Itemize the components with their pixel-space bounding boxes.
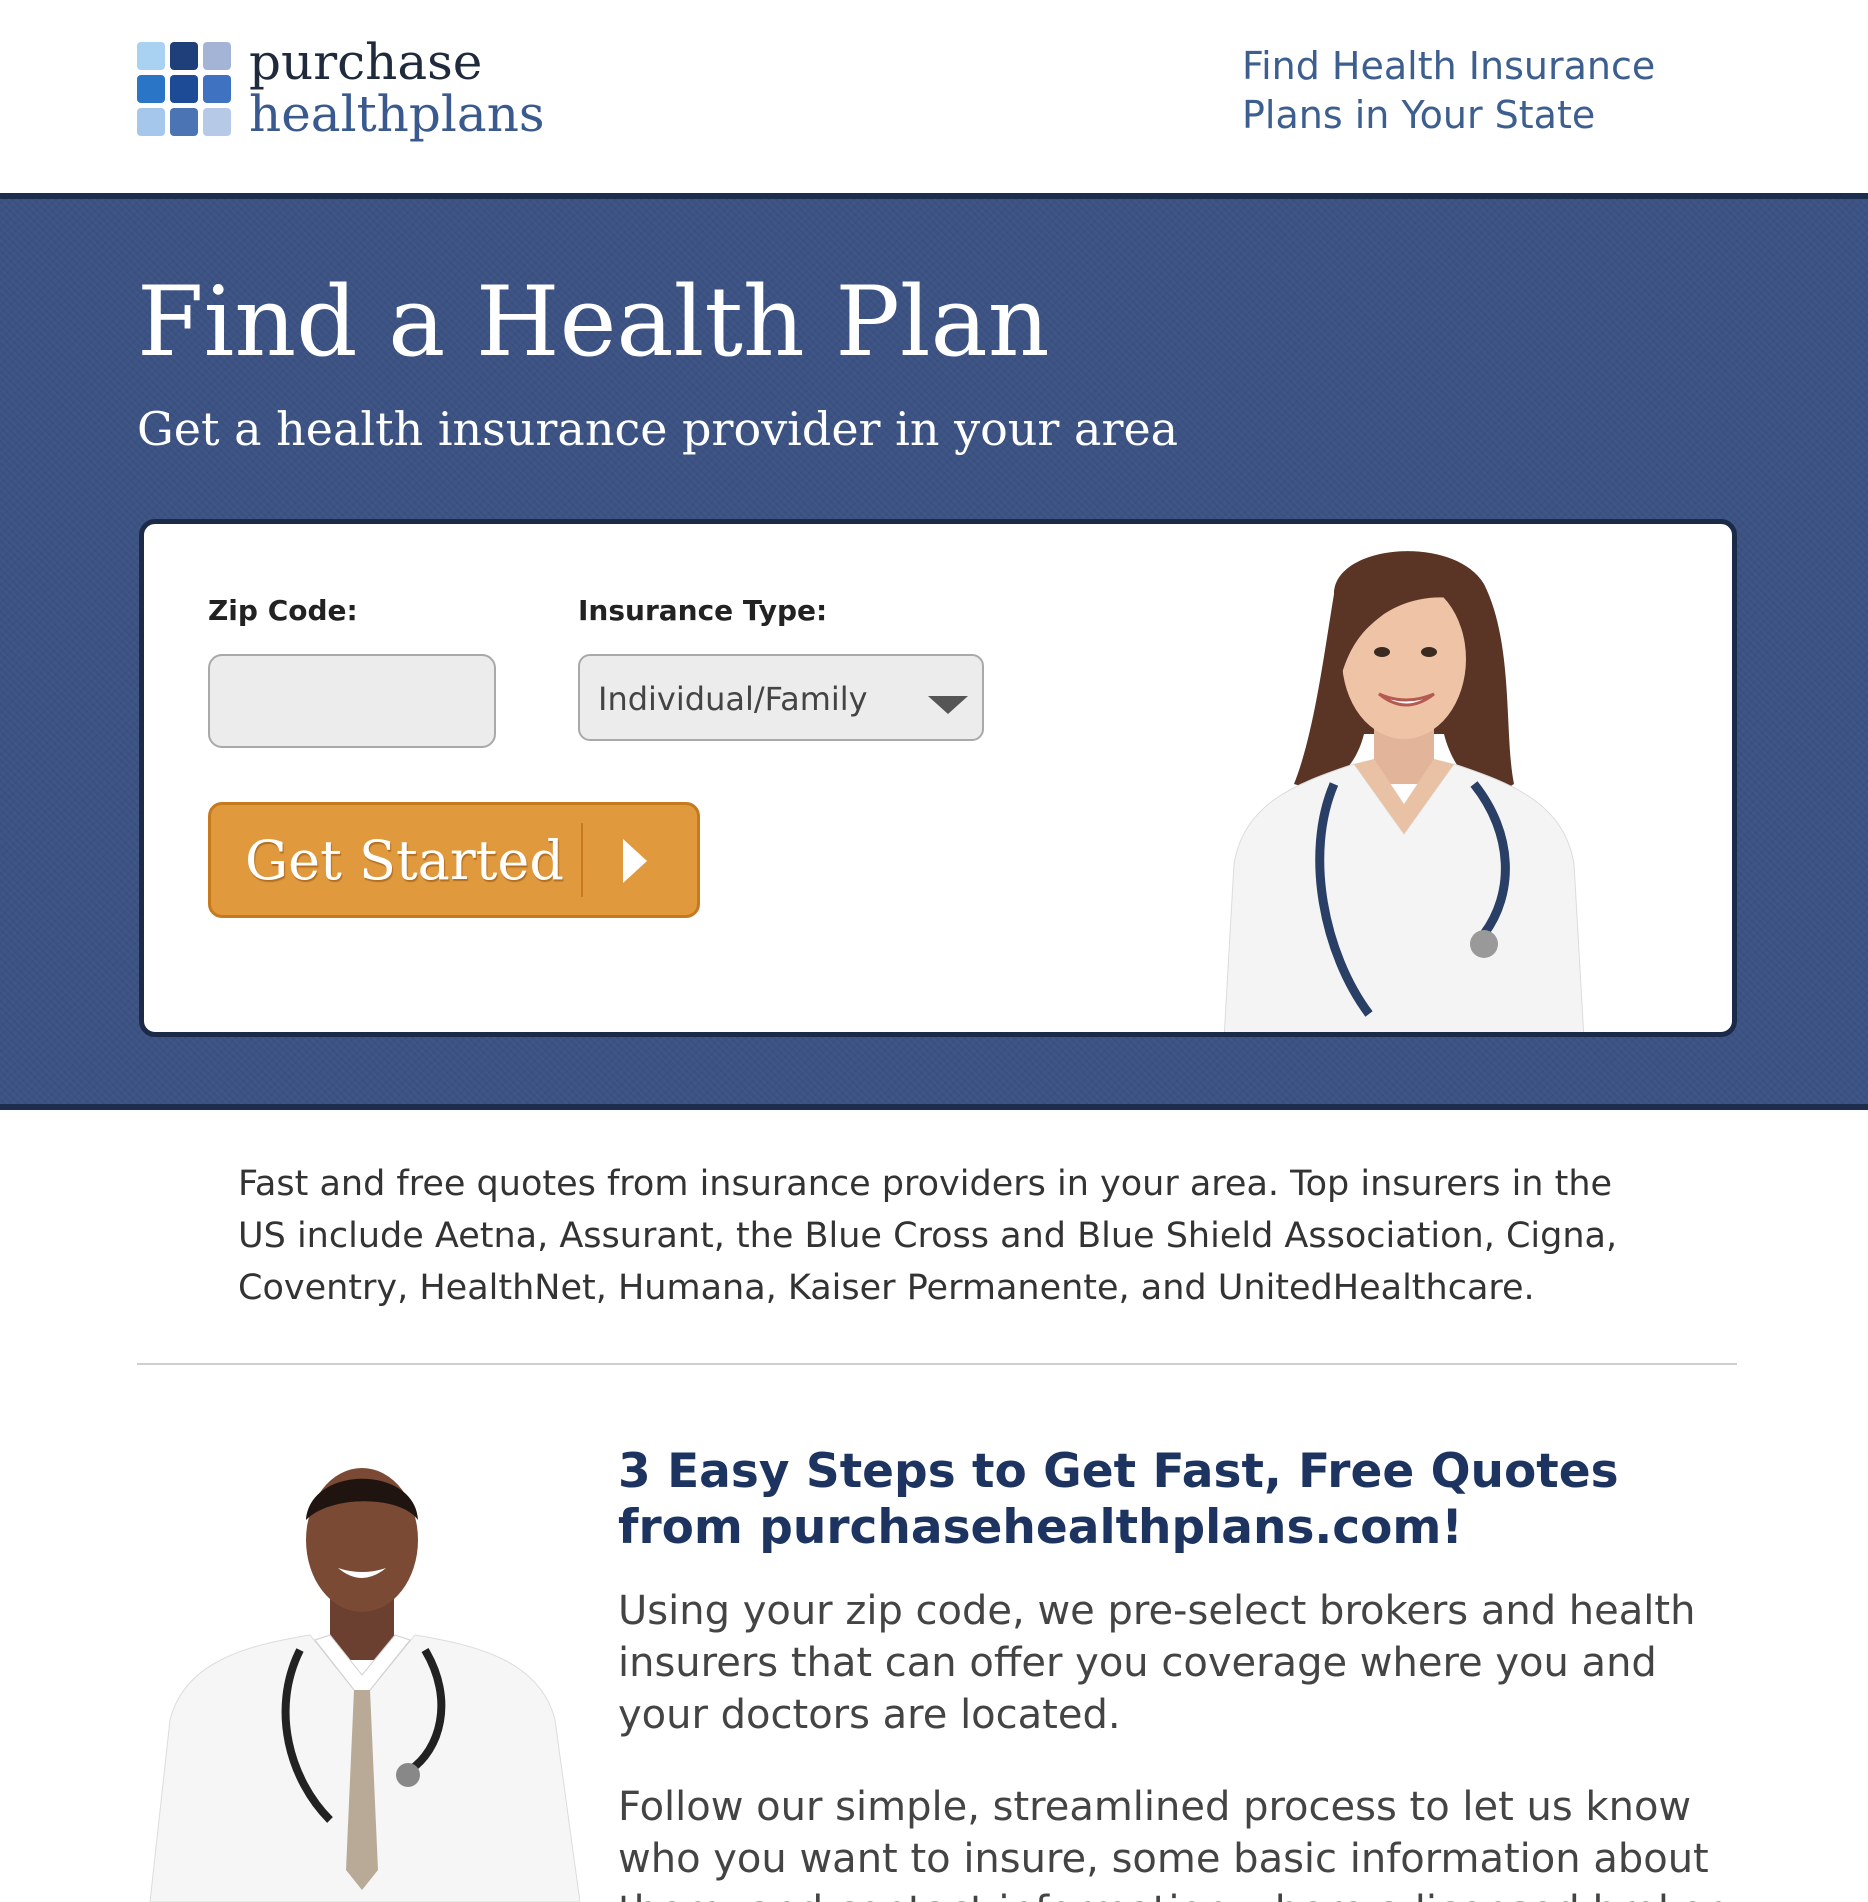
get-started-button[interactable]: Get Started (208, 802, 700, 918)
steps-paragraph-1: Using your zip code, we pre-select broke… (618, 1588, 1696, 1738)
insurance-type-select[interactable]: Individual/Family (578, 654, 984, 741)
logo-line-1: purchase (249, 33, 483, 91)
steps-heading: 3 Easy Steps to Get Fast, Free Quotes fr… (618, 1444, 1619, 1555)
insurance-type-value: Individual/Family (598, 680, 868, 718)
section-divider (137, 1363, 1737, 1365)
steps-paragraph-2: Follow our simple, streamlined process t… (618, 1784, 1721, 1902)
zip-code-label: Zip Code: (208, 594, 358, 627)
hero-section: Find a Health Plan Get a health insuranc… (0, 193, 1868, 1110)
hero-title: Find a Health Plan (137, 266, 1050, 378)
logo-wordmark: purchase healthplans (249, 36, 545, 140)
insurance-type-label: Insurance Type: (578, 594, 828, 627)
button-divider (581, 823, 583, 897)
quote-form-card: Zip Code: Insurance Type: Individual/Fam… (139, 519, 1737, 1037)
intro-text: Fast and free quotes from insurance prov… (238, 1164, 1618, 1308)
male-doctor-photo (149, 1468, 580, 1902)
get-started-label: Get Started (245, 829, 564, 892)
logo-grid-icon (137, 42, 233, 138)
find-plans-by-state-link[interactable]: Find Health Insurance Plans in Your Stat… (1242, 42, 1762, 140)
logo-line-2: healthplans (249, 85, 545, 143)
site-logo[interactable]: purchase healthplans (137, 36, 557, 150)
hero-subtitle: Get a health insurance provider in your … (137, 402, 1179, 456)
zip-code-input[interactable] (208, 654, 496, 748)
female-doctor-photo (1223, 551, 1585, 1032)
play-arrow-icon (623, 839, 647, 883)
chevron-down-icon (928, 696, 968, 714)
site-header: purchase healthplans Find Health Insuran… (0, 0, 1868, 193)
